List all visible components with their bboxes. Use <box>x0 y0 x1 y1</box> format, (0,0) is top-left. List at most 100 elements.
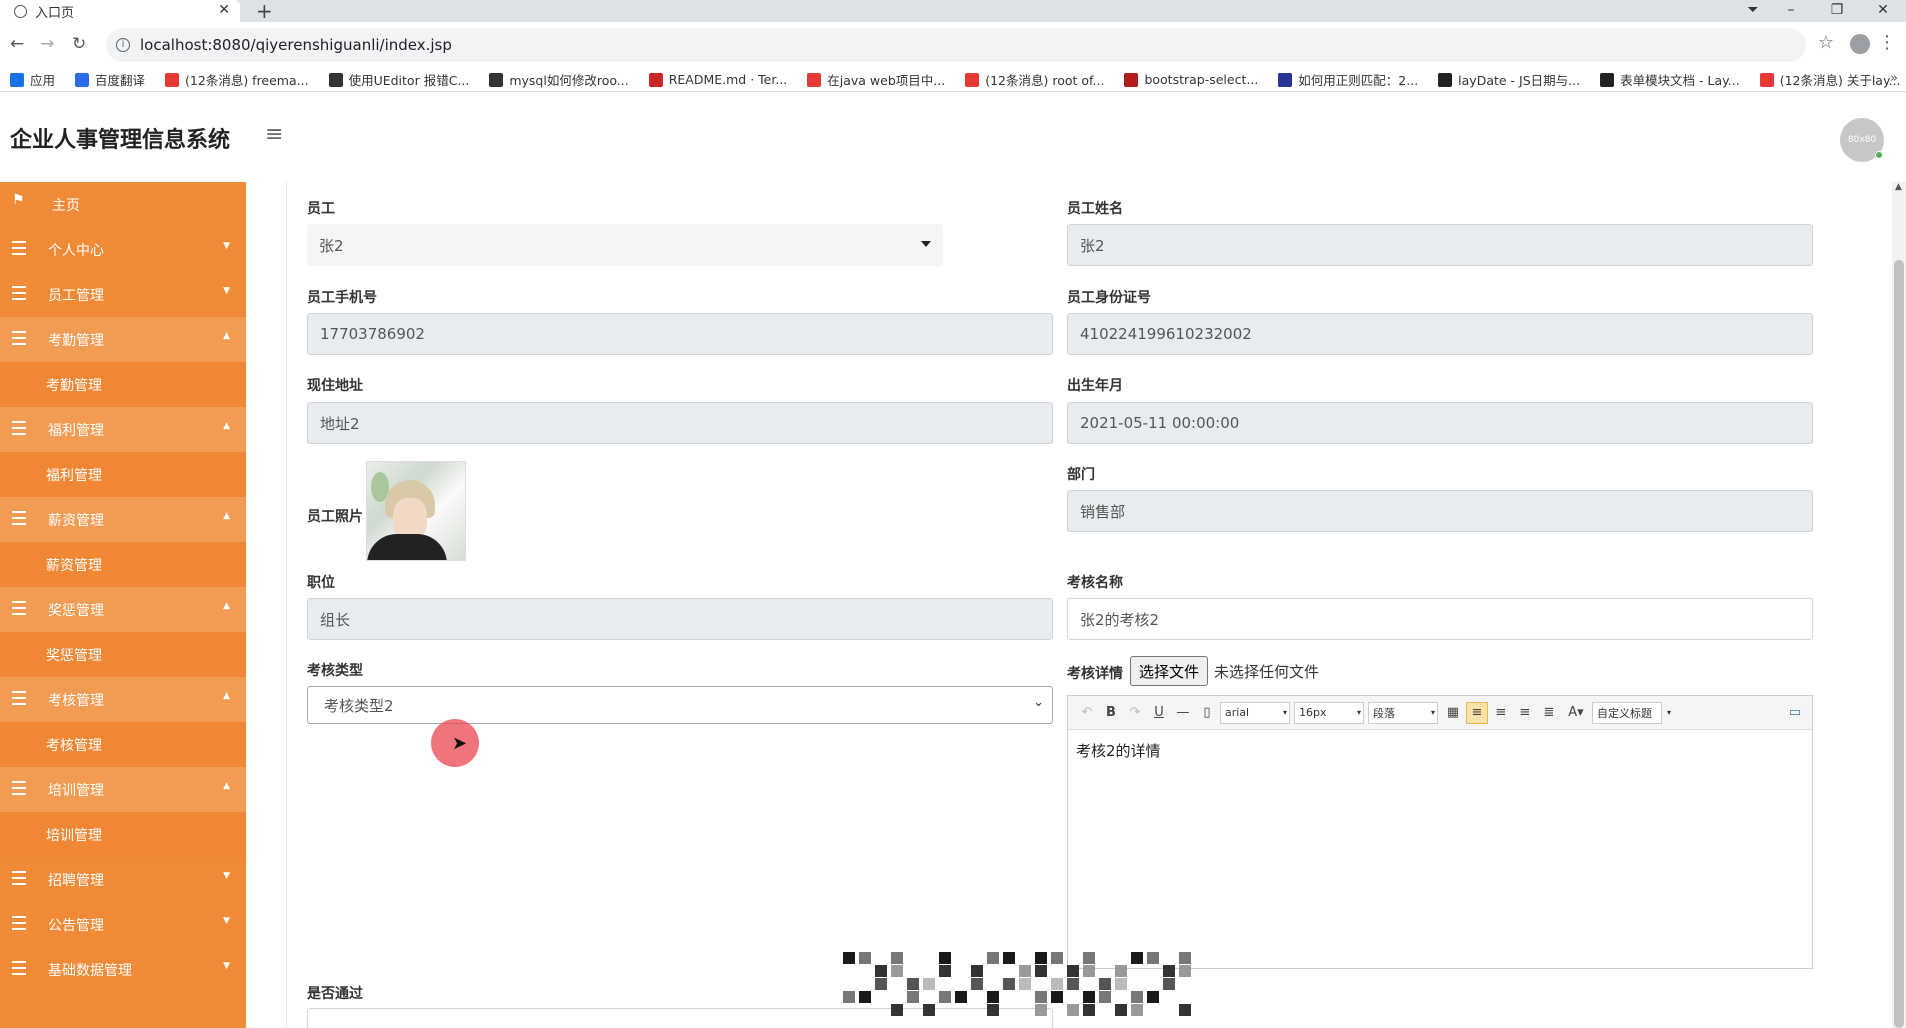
fullscreen-icon[interactable]: ▭ <box>1784 702 1806 724</box>
editor-body[interactable]: 考核2的详情 <box>1068 730 1812 771</box>
back-icon[interactable]: ← <box>10 34 24 54</box>
forward-icon[interactable]: → <box>40 34 54 54</box>
sidebar-item[interactable]: 员工管理 ▼ <box>0 272 246 317</box>
birth-field[interactable]: 2021-05-11 00:00:00 <box>1067 402 1813 444</box>
menu-kebab-icon[interactable]: ⋮ <box>1878 32 1896 53</box>
bookmark-item[interactable]: bootstrap-select... <box>1124 72 1258 87</box>
info-icon[interactable]: i <box>116 38 130 52</box>
sidebar-item[interactable]: 福利管理 ▲ <box>0 407 246 452</box>
bookmark-item[interactable]: (12条消息) freema... <box>165 70 309 89</box>
assessment-name-value: 张2的考核2 <box>1080 610 1160 629</box>
sidebar-item[interactable]: 薪资管理 ▲ <box>0 497 246 542</box>
department-field[interactable]: 销售部 <box>1067 490 1813 532</box>
id-number-field[interactable]: 410224199610232002 <box>1067 313 1813 355</box>
sidebar-item[interactable]: 考勤管理 ▲ <box>0 317 246 362</box>
align-left-icon[interactable]: ≡ <box>1466 701 1488 724</box>
assessment-name-field[interactable]: 张2的考核2 <box>1067 598 1813 640</box>
bookmark-item[interactable]: 如何用正则匹配：2... <box>1278 70 1418 89</box>
sidebar-item[interactable]: 招聘管理 ▼ <box>0 857 246 902</box>
sidebar-subitem[interactable]: 考勤管理 <box>0 362 246 407</box>
assessment-type-value: 考核类型2 <box>324 696 394 715</box>
browser-tab[interactable]: 入口页 ✕ <box>0 0 240 22</box>
table-icon[interactable]: ▦ <box>1442 702 1464 724</box>
minimize-button[interactable]: – <box>1768 0 1814 22</box>
bookmark-item[interactable]: 在java web项目中... <box>807 70 945 89</box>
font-size-select[interactable]: 16px ▾ <box>1294 701 1364 724</box>
close-window-button[interactable]: ✕ <box>1860 0 1906 22</box>
bookmark-item[interactable]: 百度翻译 <box>75 70 145 89</box>
paragraph-select[interactable]: 段落 ▾ <box>1368 701 1438 724</box>
page-scrollbar[interactable]: ▲ <box>1892 182 1906 1028</box>
hamburger-menu-icon[interactable]: ≡ <box>265 122 283 147</box>
bold-icon[interactable]: B <box>1100 702 1122 724</box>
bookmark-item[interactable]: (12条消息) 关于lay... <box>1759 70 1901 89</box>
sidebar-item[interactable]: 公告管理 ▼ <box>0 902 246 947</box>
sidebar-subitem[interactable]: 培训管理 <box>0 812 246 857</box>
undo-icon[interactable]: ↶ <box>1076 702 1098 724</box>
bookmark-item[interactable]: README.md · Ter... <box>648 72 787 87</box>
align-right-icon[interactable]: ≡ <box>1490 702 1512 724</box>
sidebar-item[interactable]: 奖惩管理 ▲ <box>0 587 246 632</box>
mosaic-tile <box>1163 965 1175 977</box>
bookmark-item[interactable]: layDate - JS日期与... <box>1438 70 1580 89</box>
sidebar-item[interactable]: 基础数据管理 ▼ <box>0 947 246 992</box>
address-field[interactable]: 地址2 <box>307 402 1053 444</box>
employee-label: 员工 <box>307 201 335 217</box>
page-icon[interactable]: ▯ <box>1196 702 1218 724</box>
custom-heading-select[interactable]: 自定义标题 ▾ <box>1592 701 1671 724</box>
tab-title: 入口页 <box>35 5 75 21</box>
url-text: localhost:8080/qiyerenshiguanli/index.js… <box>140 36 452 54</box>
sidebar-item[interactable]: 培训管理 ▲ <box>0 767 246 812</box>
horizontal-rule-icon[interactable]: — <box>1172 702 1194 724</box>
grid-icon <box>12 241 26 255</box>
mosaic-tile <box>1099 978 1111 990</box>
bookmark-item[interactable]: mysql如何修改roo... <box>489 70 629 89</box>
bookmark-item[interactable]: 表单模块文档 - Lay... <box>1600 70 1740 89</box>
window-controls: ⏷ – ❐ ✕ <box>1738 0 1906 22</box>
employee-select[interactable]: 张2 <box>307 224 943 266</box>
sidebar-item[interactable]: 个人中心 ▼ <box>0 227 246 272</box>
close-tab-icon[interactable]: ✕ <box>218 2 230 18</box>
sidebar-item[interactable]: 考核管理 ▲ <box>0 677 246 722</box>
bookmark-item[interactable]: 应用 <box>10 70 55 89</box>
mosaic-tile <box>1131 991 1143 1003</box>
bookmark-item[interactable]: 使用UEditor 报错C... <box>328 70 469 89</box>
mosaic-tile <box>1083 991 1095 1003</box>
sidebar-subitem[interactable]: 福利管理 <box>0 452 246 497</box>
new-tab-button[interactable]: + <box>256 0 273 22</box>
mosaic-tile <box>1115 1004 1127 1016</box>
reload-icon[interactable]: ↻ <box>72 34 86 54</box>
avatar[interactable]: 80x80 <box>1840 118 1884 162</box>
bookmark-star-icon[interactable]: ☆ <box>1818 32 1834 53</box>
align-justify-icon[interactable]: ≣ <box>1538 702 1560 724</box>
sidebar-subitem[interactable]: 薪资管理 <box>0 542 246 587</box>
phone-field[interactable]: 17703786902 <box>307 313 1053 355</box>
bookmark-label: layDate - JS日期与... <box>1458 73 1581 88</box>
globe-icon <box>14 4 27 18</box>
mosaic-tile <box>843 952 855 964</box>
url-bar[interactable]: i localhost:8080/qiyerenshiguanli/index.… <box>106 28 1806 62</box>
sidebar-subitem[interactable]: 考核管理 <box>0 722 246 767</box>
restore-button[interactable]: ❐ <box>1814 0 1860 22</box>
bookmark-favicon-icon <box>1124 72 1139 87</box>
bookmarks-overflow-icon[interactable]: » <box>1890 71 1898 86</box>
grid-icon <box>12 286 26 300</box>
assessment-type-select[interactable]: 考核类型2 ⌄ <box>307 686 1053 724</box>
rich-text-editor[interactable]: ↶ B ↷ U — ▯ arial ▾ 16px ▾ 段落 ▾ ▦ ≡ ≡ ≡ … <box>1067 695 1813 969</box>
redo-icon[interactable]: ↷ <box>1124 702 1146 724</box>
font-family-value: arial <box>1225 706 1250 719</box>
tab-search-icon[interactable]: ⏷ <box>1738 0 1768 22</box>
sidebar-subitem[interactable]: 奖惩管理 <box>0 632 246 677</box>
align-center-icon[interactable]: ≡ <box>1514 702 1536 724</box>
position-field[interactable]: 组长 <box>307 598 1053 640</box>
font-family-select[interactable]: arial ▾ <box>1220 701 1290 724</box>
sidebar-item[interactable]: 主页 <box>0 182 246 227</box>
font-color-icon[interactable]: A▾ <box>1562 702 1590 724</box>
choose-file-button[interactable]: 选择文件 <box>1130 656 1209 686</box>
bookmark-item[interactable]: (12条消息) root of... <box>965 70 1104 89</box>
scrollbar-thumb[interactable] <box>1894 260 1904 1028</box>
profile-icon[interactable] <box>1850 34 1870 54</box>
employee-name-field[interactable]: 张2 <box>1067 224 1813 266</box>
underline-icon[interactable]: U <box>1148 702 1170 724</box>
scroll-up-icon[interactable]: ▲ <box>1895 182 1902 192</box>
